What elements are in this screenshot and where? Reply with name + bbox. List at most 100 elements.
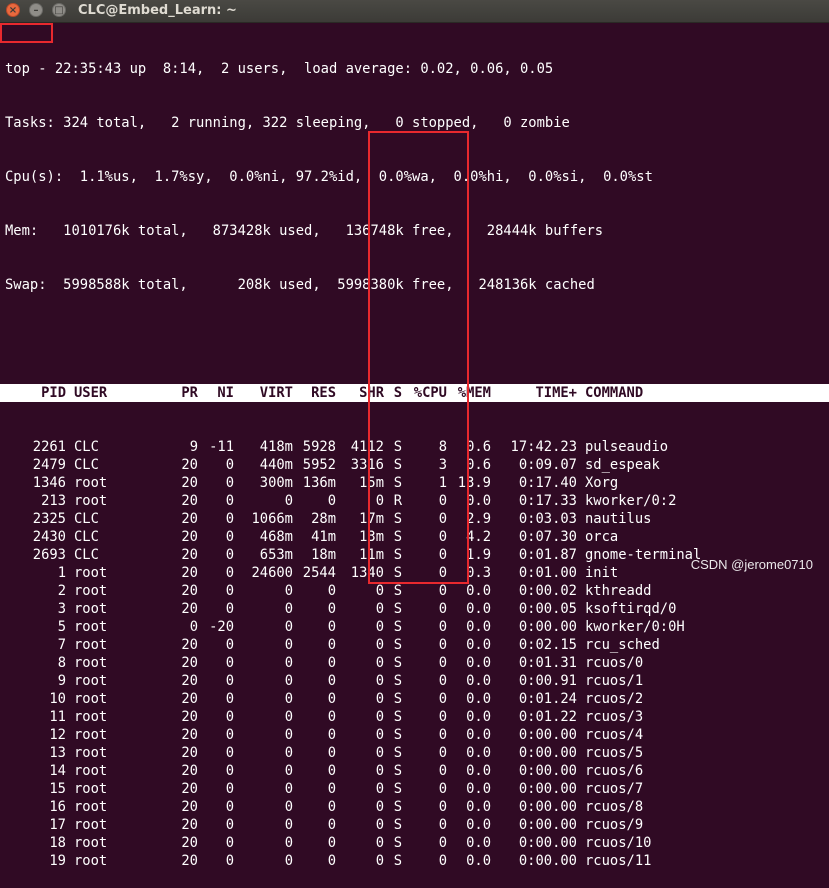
- cell-mem: 0.0: [466, 691, 491, 707]
- cell-cpu: 0: [438, 781, 447, 797]
- cell-time: 0:00.00: [518, 619, 577, 635]
- cell-command: rcuos/8: [585, 799, 644, 815]
- cell-pr: 9: [189, 439, 198, 455]
- cell-mem: 0.0: [466, 637, 491, 653]
- cell-command: ksoftirqd/0: [585, 601, 677, 617]
- cell-command: rcuos/5: [585, 745, 644, 761]
- cell-pid: 9: [57, 673, 66, 689]
- cell-ni: 0: [225, 691, 234, 707]
- cell-res: 2544: [302, 565, 336, 581]
- column-header-shr: SHR: [359, 385, 384, 401]
- cell-res: 0: [327, 799, 336, 815]
- cell-res: 0: [327, 691, 336, 707]
- cell-user: root: [74, 691, 108, 707]
- cell-cpu: 0: [438, 853, 447, 869]
- cell-pr: 20: [181, 457, 198, 473]
- cell-mem: 0.0: [466, 709, 491, 725]
- cell-shr: 0: [375, 835, 384, 851]
- cell-state: S: [393, 583, 402, 599]
- cell-res: 136m: [302, 475, 336, 491]
- cell-res: 0: [327, 655, 336, 671]
- cell-user: CLC: [74, 529, 99, 545]
- cell-shr: 0: [375, 709, 384, 725]
- cell-ni: 0: [225, 529, 234, 545]
- cell-user: root: [74, 619, 108, 635]
- cell-mem: 4.2: [466, 529, 491, 545]
- cell-pid: 2: [57, 583, 66, 599]
- cell-state: S: [393, 781, 402, 797]
- cell-ni: 0: [225, 493, 234, 509]
- cell-user: root: [74, 727, 108, 743]
- cell-virt: 1066m: [251, 511, 293, 527]
- cell-cpu: 0: [438, 709, 447, 725]
- process-row: 12 root 20 0 0 0 0 S 0 0.0 0:00.00 rcuos/4: [0, 726, 829, 744]
- cell-cpu: 0: [438, 583, 447, 599]
- cell-shr: 0: [375, 637, 384, 653]
- cell-state: S: [393, 673, 402, 689]
- cell-time: 0:00.02: [518, 583, 577, 599]
- cell-pid: 2430: [32, 529, 66, 545]
- cell-shr: 0: [375, 799, 384, 815]
- cell-virt: 0: [284, 691, 293, 707]
- cell-state: S: [393, 637, 402, 653]
- cell-user: root: [74, 835, 108, 851]
- minimize-window-button[interactable]: –: [29, 3, 43, 17]
- cell-virt: 0: [284, 853, 293, 869]
- cell-pid: 1346: [32, 475, 66, 491]
- cell-shr: 0: [375, 601, 384, 617]
- cell-state: S: [393, 727, 402, 743]
- cell-shr: 0: [375, 763, 384, 779]
- cell-state: S: [393, 835, 402, 851]
- cell-res: 41m: [311, 529, 336, 545]
- cell-pid: 13: [49, 745, 66, 761]
- process-table-header: PID USER PR NI VIRT RES SHR S %CPU %MEM TIME+ COMMA…: [0, 384, 829, 402]
- cell-shr: 13m: [359, 529, 384, 545]
- cell-pr: 20: [181, 655, 198, 671]
- cell-virt: 0: [284, 709, 293, 725]
- column-header-mem: %MEM: [457, 385, 491, 401]
- cell-ni: 0: [225, 475, 234, 491]
- cell-time: 0:00.00: [518, 781, 577, 797]
- cell-mem: 0.0: [466, 745, 491, 761]
- cell-time: 0:00.00: [518, 853, 577, 869]
- process-row: 7 root 20 0 0 0 0 S 0 0.0 0:02.15 rcu_sched: [0, 636, 829, 654]
- cell-res: 28m: [311, 511, 336, 527]
- column-header-res: RES: [311, 385, 336, 401]
- cell-command: rcuos/6: [585, 763, 644, 779]
- cell-mem: 0.0: [466, 583, 491, 599]
- cell-ni: 0: [225, 457, 234, 473]
- cell-pid: 11: [49, 709, 66, 725]
- cell-mem: 0.6: [466, 439, 491, 455]
- cell-ni: 0: [225, 511, 234, 527]
- cell-time: 0:03.03: [518, 511, 577, 527]
- column-header-pid: PID: [41, 385, 66, 401]
- cell-pid: 17: [49, 817, 66, 833]
- column-header-pr: PR: [181, 385, 198, 401]
- close-window-button[interactable]: ×: [6, 3, 20, 17]
- window-titlebar[interactable]: × – □ CLC@Embed_Learn: ~: [0, 0, 829, 23]
- cell-state: S: [393, 565, 402, 581]
- cell-time: 0:00.00: [518, 817, 577, 833]
- cell-command: kworker/0:2: [585, 493, 677, 509]
- cell-pr: 20: [181, 529, 198, 545]
- cell-mem: 2.9: [466, 511, 491, 527]
- maximize-window-button[interactable]: □: [52, 3, 66, 17]
- cell-res: 0: [327, 745, 336, 761]
- terminal-output[interactable]: top - 22:35:43 up 8:14, 2 users, load av…: [0, 24, 829, 888]
- process-row: 2261 CLC 9 -11 418m 5928 4112 S 8 0.6 17:42.23 puls…: [0, 438, 829, 456]
- cell-shr: 0: [375, 691, 384, 707]
- cell-pr: 0: [189, 619, 198, 635]
- cell-cpu: 0: [438, 637, 447, 653]
- cell-cpu: 0: [438, 547, 447, 563]
- cell-cpu: 8: [438, 439, 447, 455]
- cell-cpu: 3: [438, 457, 447, 473]
- cell-mem: 0.0: [466, 655, 491, 671]
- cell-state: S: [393, 439, 402, 455]
- cell-time: 0:17.33: [518, 493, 577, 509]
- cell-cpu: 0: [438, 619, 447, 635]
- cell-state: S: [393, 619, 402, 635]
- cell-state: S: [393, 691, 402, 707]
- process-row: 2 root 20 0 0 0 0 S 0 0.0 0:00.02 kthreadd: [0, 582, 829, 600]
- cell-ni: 0: [225, 637, 234, 653]
